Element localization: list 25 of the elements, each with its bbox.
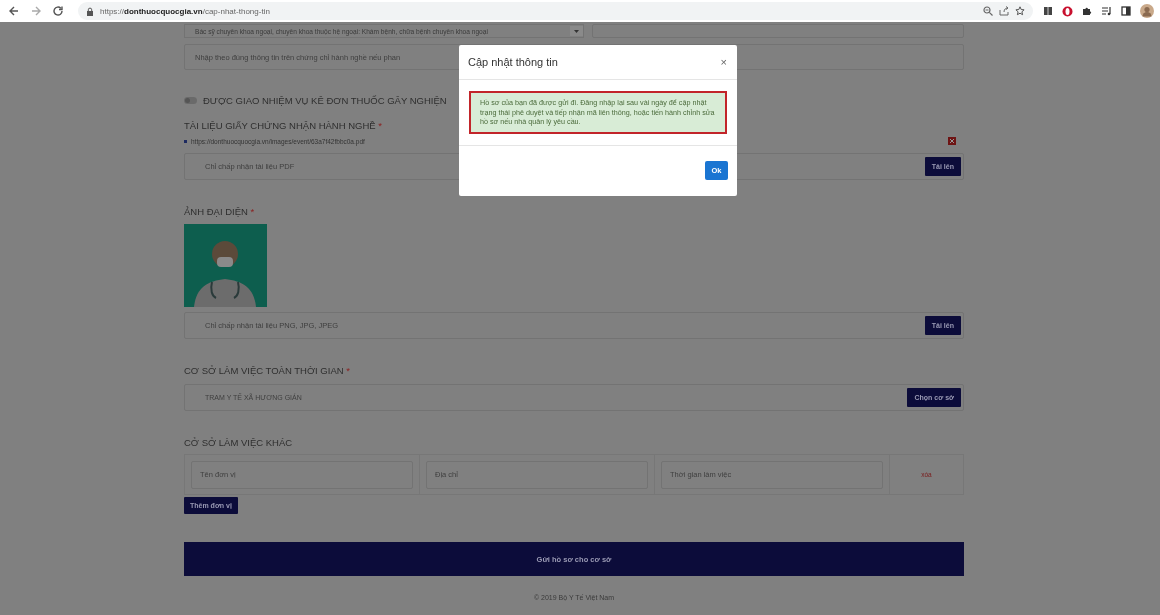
puzzle-icon[interactable] [1082,6,1092,16]
playlist-icon[interactable] [1101,6,1112,16]
section-heading: CƠ SỞ LÀM VIỆC TOÀN THỜI GIAN * [184,365,350,376]
caret-icon[interactable] [570,26,583,36]
toggle-label: ĐƯỢC GIAO NHIỆM VỤ KÊ ĐƠN THUỐC GÂY NGHIỆN [203,95,447,106]
url-text: https://donthuocquocgia.vn/cap-nhat-thong-tin [100,6,270,16]
close-button[interactable]: × [720,56,727,68]
o-logo-icon[interactable] [1062,5,1073,17]
lock-icon [86,6,94,16]
section-heading: TÀI LIỆU GIẤY CHỨNG NHẬN HÀNH NGHỀ * [184,120,382,131]
section-heading: ẢNH ĐẠI DIỆN * [184,206,255,217]
reload-icon[interactable] [52,5,64,17]
profile-avatar-icon[interactable] [1140,4,1154,18]
side-panel-icon[interactable] [1121,6,1131,16]
share-icon[interactable] [999,6,1009,16]
star-icon[interactable] [1015,6,1025,16]
bullet-icon [184,139,187,143]
book-icon[interactable] [1043,6,1053,16]
back-icon[interactable] [8,5,20,17]
section-heading: CỞ SỞ LÀM VIỆC KHÁC [184,437,293,448]
dialog-title: Cập nhật thông tin [468,56,558,68]
zoom-icon[interactable] [983,6,993,16]
delete-icon[interactable] [948,137,956,145]
address-bar[interactable]: https://donthuocquocgia.vn/cap-nhat-thong-tin [78,2,1033,20]
toggle-switch[interactable] [184,97,197,104]
